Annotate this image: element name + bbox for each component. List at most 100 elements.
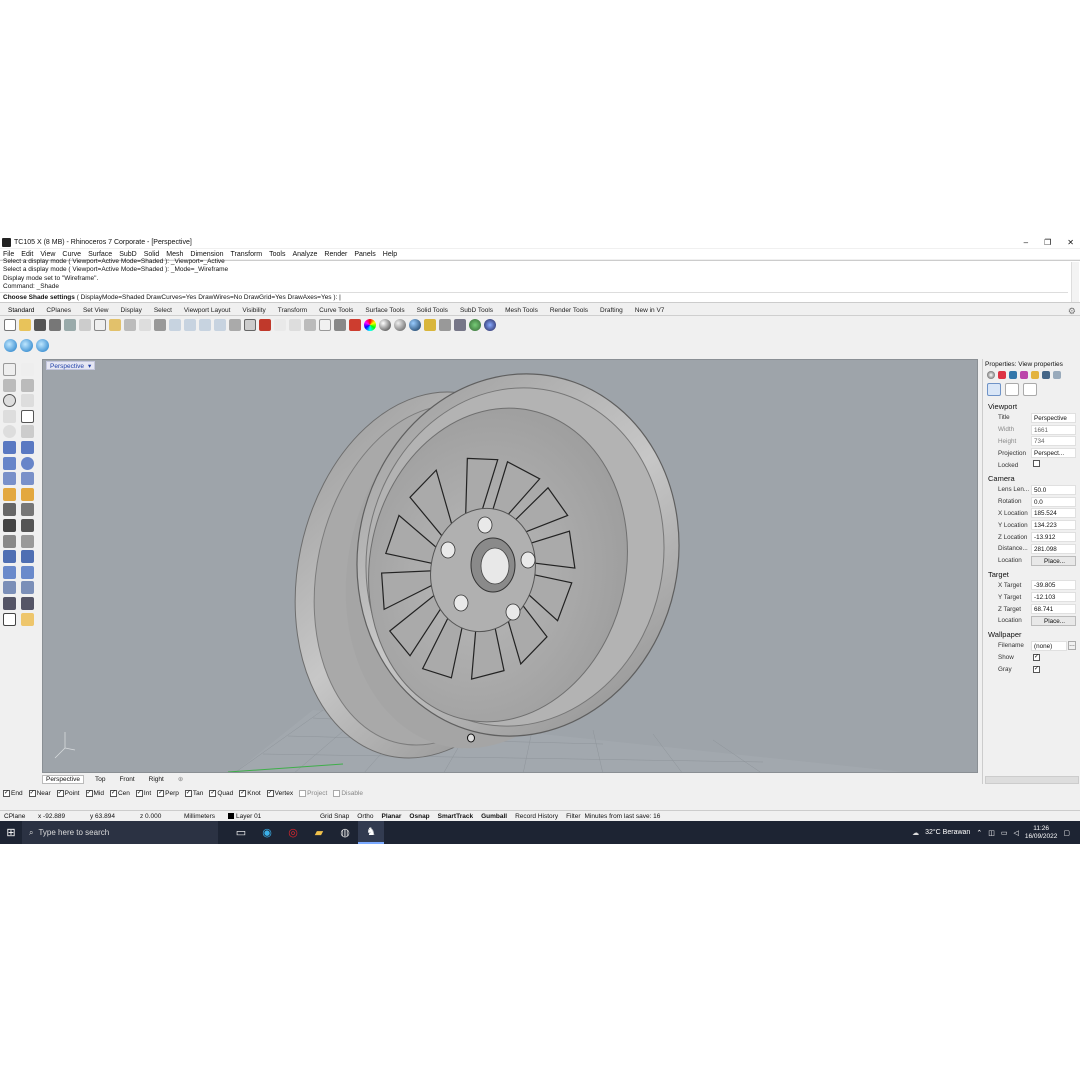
menu-transform[interactable]: Transform <box>231 251 263 258</box>
tab-curve-tools[interactable]: Curve Tools <box>319 307 353 314</box>
paste-icon[interactable] <box>109 318 121 331</box>
gumball-align-icon[interactable] <box>20 339 33 352</box>
osnap-mid[interactable]: ✓ Mid <box>85 789 104 797</box>
checkbox-icon[interactable]: ✓ <box>157 789 165 797</box>
tab-cplanes[interactable]: CPlanes <box>46 307 71 314</box>
tab-solid-tools[interactable]: Solid Tools <box>417 307 448 314</box>
environment-panel-icon[interactable] <box>1020 371 1028 379</box>
perspective-viewport[interactable]: Perspective ▾ <box>42 359 978 773</box>
dimension-icon[interactable] <box>3 550 16 564</box>
pan-hand-icon[interactable] <box>139 318 151 331</box>
task-view-icon[interactable]: ▭ <box>228 821 254 844</box>
viewport-menu-arrow-icon[interactable]: ▾ <box>88 363 91 370</box>
opera-browser-icon[interactable]: ◎ <box>280 821 306 844</box>
rebuild-icon[interactable] <box>21 534 34 548</box>
analyze-icon[interactable] <box>21 596 34 610</box>
menu-file[interactable]: File <box>3 251 14 258</box>
lens-length-field[interactable]: 50.0 <box>1031 484 1076 495</box>
globe-icon[interactable] <box>469 318 481 331</box>
vp-tab-top[interactable]: Top <box>92 776 108 783</box>
osnap-cen[interactable]: ✓ Cen <box>109 789 130 797</box>
notification-icon[interactable]: ▢ <box>1063 829 1070 837</box>
tab-mesh-tools[interactable]: Mesh Tools <box>505 307 538 314</box>
status-cplane[interactable]: CPlane <box>0 813 34 820</box>
checkbox-icon[interactable]: ✓ <box>56 789 64 797</box>
vp-tab-right[interactable]: Right <box>146 776 167 783</box>
osnap-end[interactable]: ✓ End <box>3 789 23 797</box>
zoom-extents-icon[interactable] <box>199 318 211 331</box>
checkbox-icon[interactable] <box>333 789 341 797</box>
chamfer-icon[interactable] <box>21 518 34 532</box>
point-tool-icon[interactable] <box>21 363 34 376</box>
mesh-icon[interactable] <box>3 487 16 501</box>
split-icon[interactable] <box>21 503 34 517</box>
menu-solid[interactable]: Solid <box>144 251 160 258</box>
toggle-planar[interactable]: Planar <box>378 813 406 820</box>
menu-panels[interactable]: Panels <box>354 251 375 258</box>
tab-display[interactable]: Display <box>121 307 142 314</box>
checkbox-icon[interactable]: ✓ <box>209 789 217 797</box>
undo-icon[interactable] <box>124 318 136 331</box>
viewport-layout-icon[interactable] <box>244 318 256 331</box>
tab-viewport-layout[interactable]: Viewport Layout <box>184 307 231 314</box>
close-icon[interactable]: ✕ <box>1067 238 1074 247</box>
checkbox-icon[interactable]: ✓ <box>28 789 36 797</box>
tab-drafting[interactable]: Drafting <box>600 307 623 314</box>
cut-icon[interactable] <box>79 318 91 331</box>
menu-curve[interactable]: Curve <box>62 251 81 258</box>
osnap-int[interactable]: ✓ Int <box>135 789 151 797</box>
command-prompt-options[interactable]: ( DisplayMode=Shaded DrawCurves=Yes Draw… <box>77 294 341 301</box>
z-target-field[interactable]: 68.741 <box>1031 604 1076 615</box>
circle-icon[interactable] <box>3 394 16 408</box>
checkbox-icon[interactable]: ✓ <box>85 789 93 797</box>
taskbar-search[interactable]: ⌕ Type here to search <box>22 821 218 844</box>
checkbox-icon[interactable]: ✓ <box>109 789 117 797</box>
checkbox-icon[interactable]: ✓ <box>266 789 274 797</box>
vp-tab-front[interactable]: Front <box>116 776 137 783</box>
gear-icon[interactable]: ⚙ <box>1068 306 1076 317</box>
named-view-icon[interactable] <box>1005 383 1019 396</box>
group-icon[interactable] <box>21 581 34 595</box>
materials-panel-icon[interactable] <box>998 371 1006 379</box>
trim-icon[interactable] <box>3 503 16 517</box>
status-layer[interactable]: Layer 01 <box>224 813 316 820</box>
projection-select[interactable]: Perspect... <box>1031 448 1076 459</box>
checkbox-icon[interactable] <box>299 789 307 797</box>
sphere-icon[interactable] <box>21 456 34 470</box>
gumball-icon[interactable] <box>4 339 17 352</box>
toggle-smarttrack[interactable]: SmartTrack <box>434 813 477 820</box>
mirror-icon[interactable] <box>21 565 34 579</box>
render-icon[interactable] <box>424 318 436 331</box>
lock-icon[interactable] <box>334 318 346 331</box>
layers-panel-icon[interactable] <box>1031 371 1039 379</box>
camera-icon[interactable] <box>987 383 1001 396</box>
new-file-icon[interactable] <box>4 318 16 331</box>
tab-subd-tools[interactable]: SubD Tools <box>460 307 493 314</box>
minimize-icon[interactable]: – <box>1024 238 1028 247</box>
network-icon[interactable]: ◫ <box>988 829 995 837</box>
prop-title-field[interactable]: Perspective <box>1031 412 1076 423</box>
box-icon[interactable] <box>3 456 16 470</box>
render-tool-icon[interactable] <box>21 612 34 626</box>
layer-icon[interactable] <box>349 318 361 331</box>
explode-icon[interactable] <box>21 487 34 501</box>
color-wheel-icon[interactable] <box>364 318 376 331</box>
toggle-record-history[interactable]: Record History <box>511 813 562 820</box>
surface-edge-icon[interactable] <box>21 440 34 454</box>
join-icon[interactable] <box>3 534 16 548</box>
zoom-icon[interactable] <box>169 318 181 331</box>
osnap-near[interactable]: ✓ Near <box>28 789 51 797</box>
text-icon[interactable] <box>21 550 34 564</box>
locked-checkbox[interactable] <box>1033 460 1040 468</box>
tab-render-tools[interactable]: Render Tools <box>550 307 588 314</box>
checkbox-icon[interactable]: ✓ <box>239 789 247 797</box>
properties-panel-icon[interactable] <box>987 371 995 379</box>
distance-field[interactable]: 281.098 <box>1031 543 1076 554</box>
osnap-knot[interactable]: ✓ Knot <box>239 789 261 797</box>
grid-icon[interactable] <box>304 318 316 331</box>
tray-chevron-icon[interactable]: ⌃ <box>976 829 982 837</box>
status-units[interactable]: Millimeters <box>180 813 224 820</box>
rotation-field[interactable]: 0.0 <box>1031 496 1076 507</box>
menu-analyze[interactable]: Analyze <box>292 251 317 258</box>
block-tool-icon[interactable] <box>3 581 16 595</box>
